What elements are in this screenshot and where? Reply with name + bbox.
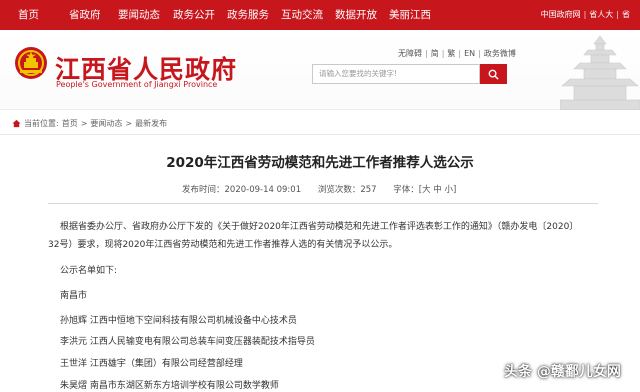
search-input[interactable]: 请输入您要找的关键字! (312, 64, 480, 84)
article-meta: 发布时间：2020-09-14 09:01 浏览次数：257 字体：[大 中 小… (182, 183, 456, 195)
article-paragraph: 南昌市 (60, 291, 88, 301)
nav-interaction[interactable]: 互动交流 (281, 0, 323, 30)
weibo-link[interactable]: 政务微博 (484, 49, 516, 58)
link-provincial-congress[interactable]: 省人大 (589, 10, 613, 19)
watermark: 头条 @赣鄱儿女网 (504, 364, 621, 380)
home-icon (12, 119, 21, 127)
article-paragraph: 王世洋 江西雄宇（集团）有限公司经营部经理 (60, 359, 243, 369)
nav-public-affairs[interactable]: 政务公开 (173, 0, 215, 30)
simplified-link[interactable]: 简 (431, 49, 439, 58)
utility-links: 无障碍 | 简 | 繁 | EN | 政务微博 (398, 49, 516, 58)
search-icon (488, 69, 499, 80)
font-size-label: 字体： (393, 185, 419, 195)
article-paragraph: 朱昊熠 南昌市东湖区新东方培训学校有限公司数学教师 (60, 381, 279, 391)
view-count: 浏览次数：257 (317, 185, 377, 195)
top-nav-bar: 首页 省政府 要闻动态 政务公开 政务服务 互动交流 数据开放 美丽江西 中国政… (0, 0, 640, 30)
article-paragraph: 李洪元 江西人民输变电有限公司总装车间变压器装配技术指导员 (60, 337, 315, 347)
traditional-link[interactable]: 繁 (447, 49, 455, 58)
font-size-small[interactable]: 小] (445, 185, 457, 195)
accessibility-link[interactable]: 无障碍 (398, 49, 422, 58)
font-size-medium[interactable]: 中 (433, 185, 442, 195)
nav-services[interactable]: 政务服务 (227, 0, 269, 30)
chevron-right-icon: > (80, 118, 88, 128)
nav-beautiful-jiangxi[interactable]: 美丽江西 (389, 0, 431, 30)
breadcrumb-item-news[interactable]: 要闻动态 (90, 118, 122, 129)
divider (0, 134, 640, 135)
font-size-large[interactable]: [大 (419, 185, 431, 195)
article-title: 2020年江西省劳动模范和先进工作者推荐人选公示 (166, 155, 474, 171)
nav-open-data[interactable]: 数据开放 (335, 0, 377, 30)
link-more[interactable]: 省 (622, 10, 630, 19)
nav-home[interactable]: 首页 (18, 0, 39, 30)
breadcrumb: 当前位置: 首页 > 要闻动态 > 最新发布 (12, 116, 167, 130)
national-emblem-icon (15, 47, 47, 79)
divider (48, 203, 598, 204)
nav-news[interactable]: 要闻动态 (118, 0, 160, 30)
publish-time: 发布时间：2020-09-14 09:01 (182, 185, 302, 195)
breadcrumb-item-latest[interactable]: 最新发布 (135, 118, 167, 129)
article-paragraph: 孙旭辉 江西中恒地下空间科技有限公司机械设备中心技术员 (60, 316, 297, 326)
tengwang-pavilion-illustration (560, 35, 640, 110)
english-link[interactable]: EN (464, 49, 475, 58)
breadcrumb-prefix: 当前位置: (24, 118, 59, 128)
site-subtitle: People's Government of Jiangxi Province (56, 80, 218, 89)
chevron-right-icon: > (125, 118, 133, 128)
article-paragraph: 32号）要求，现将2020年江西省劳动模范和先进工作者推荐人选的有关情况予以公示… (48, 240, 398, 250)
external-links: 中国政府网 | 省人大 | 省 (540, 10, 630, 19)
search-button[interactable] (480, 64, 507, 84)
article-paragraph: 根据省委办公厅、省政府办公厅下发的《关于做好2020年江西省劳动模范和先进工作者… (60, 222, 579, 232)
article-paragraph: 公示名单如下: (60, 266, 118, 276)
breadcrumb-item-home[interactable]: 首页 (62, 118, 78, 129)
nav-gov[interactable]: 省政府 (69, 0, 101, 30)
link-china-gov[interactable]: 中国政府网 (541, 10, 581, 19)
